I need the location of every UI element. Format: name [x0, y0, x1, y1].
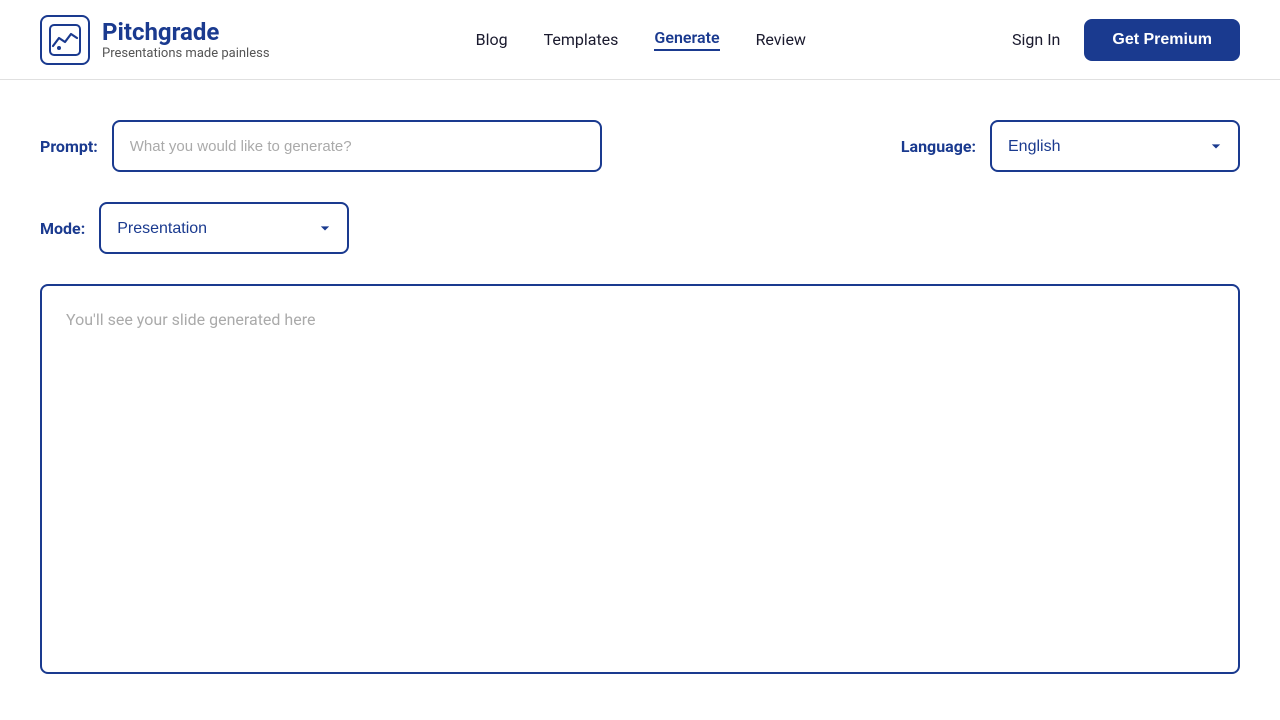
- prompt-input[interactable]: [112, 120, 602, 172]
- logo-icon: [40, 15, 90, 65]
- language-label: Language:: [901, 137, 976, 156]
- logo-subtitle: Presentations made painless: [102, 46, 270, 61]
- get-premium-button[interactable]: Get Premium: [1084, 19, 1240, 61]
- language-select[interactable]: EnglishSpanishFrenchGermanPortugueseItal…: [990, 120, 1240, 172]
- mode-select[interactable]: PresentationDocumentSummary: [99, 202, 349, 254]
- form-row-top: Prompt: Language: EnglishSpanishFrenchGe…: [40, 120, 1240, 172]
- prompt-group: Prompt:: [40, 120, 901, 172]
- prompt-label: Prompt:: [40, 137, 98, 156]
- main-content: Prompt: Language: EnglishSpanishFrenchGe…: [0, 80, 1280, 674]
- sign-in-link[interactable]: Sign In: [1012, 30, 1060, 49]
- preview-placeholder: You'll see your slide generated here: [66, 310, 315, 329]
- navbar: Pitchgrade Presentations made painless B…: [0, 0, 1280, 80]
- nav-generate[interactable]: Generate: [654, 28, 719, 51]
- form-row-mode: Mode: PresentationDocumentSummary: [40, 202, 1240, 254]
- mode-label: Mode:: [40, 219, 85, 238]
- header-right: Sign In Get Premium: [1012, 19, 1240, 61]
- logo-title: Pitchgrade: [102, 18, 270, 47]
- nav-templates[interactable]: Templates: [544, 30, 619, 49]
- main-nav: Blog Templates Generate Review: [476, 28, 806, 51]
- nav-review[interactable]: Review: [756, 30, 806, 49]
- logo-text: Pitchgrade Presentations made painless: [102, 18, 270, 62]
- nav-blog[interactable]: Blog: [476, 30, 508, 49]
- preview-area: You'll see your slide generated here: [40, 284, 1240, 674]
- language-group: Language: EnglishSpanishFrenchGermanPort…: [901, 120, 1240, 172]
- logo[interactable]: Pitchgrade Presentations made painless: [40, 15, 270, 65]
